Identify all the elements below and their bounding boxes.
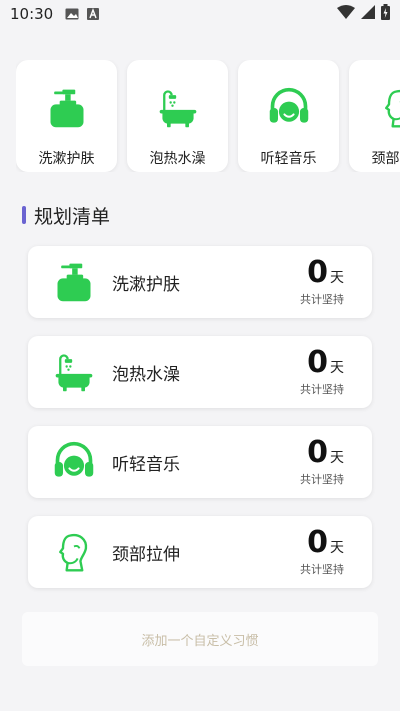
category-carousel[interactable]: 洗漱护肤 泡热水澡 听轻音乐 颈部拉伸 — [16, 60, 400, 172]
category-card-skincare[interactable]: 洗漱护肤 — [16, 60, 117, 172]
plan-name: 泡热水澡 — [112, 364, 180, 385]
headphones-icon — [50, 438, 98, 486]
battery-charging-icon — [381, 4, 390, 24]
plan-card-skincare[interactable]: 洗漱护肤 0 天 共计坚持 — [28, 246, 372, 318]
plan-subtitle: 共计坚持 — [300, 563, 344, 576]
section-title: 规划清单 — [34, 205, 111, 228]
category-label: 洗漱护肤 — [38, 151, 95, 167]
plan-count: 0 — [307, 525, 328, 560]
add-custom-habit-button[interactable]: 添加一个自定义习惯 — [22, 612, 378, 666]
category-label: 颈部拉伸 — [371, 151, 400, 167]
status-right-group — [337, 4, 390, 24]
category-label: 泡热水澡 — [149, 151, 206, 167]
signal-icon — [361, 5, 375, 23]
plan-stat: 0 天 共计坚持 — [300, 257, 344, 307]
plan-subtitle: 共计坚持 — [300, 383, 344, 396]
a-box-icon — [87, 8, 100, 20]
plan-subtitle: 共计坚持 — [300, 293, 344, 306]
plan-unit: 天 — [330, 450, 344, 466]
lotion-bottle-icon — [50, 258, 98, 306]
section-header: 规划清单 — [22, 203, 111, 228]
plan-count: 0 — [307, 255, 328, 290]
plan-card-music[interactable]: 听轻音乐 0 天 共计坚持 — [28, 426, 372, 498]
headphones-icon — [267, 86, 311, 130]
status-time: 10:30 — [10, 5, 54, 23]
category-card-music[interactable]: 听轻音乐 — [238, 60, 339, 172]
plan-count: 0 — [307, 345, 328, 380]
bathtub-icon — [50, 348, 98, 396]
neck-stretch-icon — [378, 86, 400, 130]
category-card-neck[interactable]: 颈部拉伸 — [349, 60, 400, 172]
plan-card-neck[interactable]: 颈部拉伸 0 天 共计坚持 — [28, 516, 372, 588]
bathtub-icon — [156, 86, 200, 130]
plan-stat: 0 天 共计坚持 — [300, 437, 344, 487]
plan-unit: 天 — [330, 270, 344, 286]
plan-stat: 0 天 共计坚持 — [300, 527, 344, 577]
wifi-icon — [337, 5, 355, 23]
neck-stretch-icon — [50, 528, 98, 576]
status-bar: 10:30 — [0, 0, 400, 28]
plan-count: 0 — [307, 435, 328, 470]
plan-name: 洗漱护肤 — [112, 274, 180, 295]
image-icon — [65, 8, 79, 20]
plan-name: 听轻音乐 — [112, 454, 180, 475]
plan-name: 颈部拉伸 — [112, 544, 180, 565]
category-card-bath[interactable]: 泡热水澡 — [127, 60, 228, 172]
plan-stat: 0 天 共计坚持 — [300, 347, 344, 397]
section-accent-bar — [22, 206, 26, 224]
plan-unit: 天 — [330, 540, 344, 556]
plan-unit: 天 — [330, 360, 344, 376]
lotion-bottle-icon — [45, 86, 89, 130]
category-label: 听轻音乐 — [260, 151, 317, 167]
plan-subtitle: 共计坚持 — [300, 473, 344, 486]
plan-card-bath[interactable]: 泡热水澡 0 天 共计坚持 — [28, 336, 372, 408]
